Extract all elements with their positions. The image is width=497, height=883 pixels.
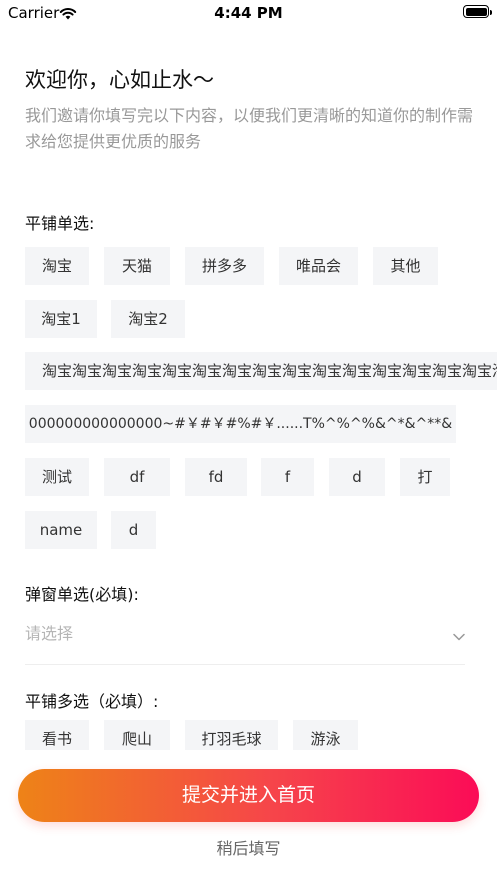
status-bar: Carrier 4:44 PM (0, 0, 497, 26)
tile-multi-label: 平铺多选（必填）: (25, 692, 159, 711)
option-f[interactable]: f (261, 458, 314, 496)
battery-icon (463, 5, 492, 18)
popup-single-label: 弹窗单选(必填): (25, 585, 139, 604)
option-d-2[interactable]: d (111, 511, 156, 549)
option-swimming[interactable]: 游泳 (293, 720, 358, 750)
option-vipshop[interactable]: 唯品会 (279, 247, 358, 285)
option-long-taobao[interactable]: 淘宝淘宝淘宝淘宝淘宝淘宝淘宝淘宝淘宝淘宝淘宝淘宝淘宝淘宝淘宝淘宝 (25, 352, 497, 390)
fill-later-link[interactable]: 稍后填写 (0, 835, 497, 859)
option-da[interactable]: 打 (400, 458, 450, 496)
submit-button[interactable]: 提交并进入首页 (18, 769, 479, 822)
option-tmall[interactable]: 天猫 (104, 247, 170, 285)
option-pinduoduo[interactable]: 拼多多 (185, 247, 264, 285)
option-d[interactable]: d (329, 458, 385, 496)
clock: 4:44 PM (214, 4, 283, 22)
option-badminton[interactable]: 打羽毛球 (185, 720, 278, 750)
option-fd[interactable]: fd (185, 458, 247, 496)
popup-single-select[interactable]: 请选择 (25, 616, 465, 665)
page-title: 欢迎你，心如止水～ (25, 68, 214, 92)
select-placeholder: 请选择 (25, 624, 74, 643)
option-other[interactable]: 其他 (373, 247, 438, 285)
option-taobao[interactable]: 淘宝 (25, 247, 89, 285)
option-long-symbols[interactable]: 000000000000000~#￥#￥#%#￥......T%^%^%&^*&… (25, 405, 456, 443)
option-name[interactable]: name (25, 511, 97, 549)
tile-single-label: 平铺单选: (25, 214, 95, 233)
option-climbing[interactable]: 爬山 (104, 720, 170, 750)
page-subtitle: 我们邀请你填写完以下内容，以便我们更清晰的知道你的制作需求给您提供更优质的服务 (25, 106, 474, 151)
option-taobao2[interactable]: 淘宝2 (111, 300, 185, 338)
option-test[interactable]: 测试 (25, 458, 89, 496)
option-reading[interactable]: 看书 (25, 720, 89, 750)
option-taobao1[interactable]: 淘宝1 (25, 300, 97, 338)
chevron-down-icon (453, 626, 465, 645)
option-df[interactable]: df (104, 458, 170, 496)
